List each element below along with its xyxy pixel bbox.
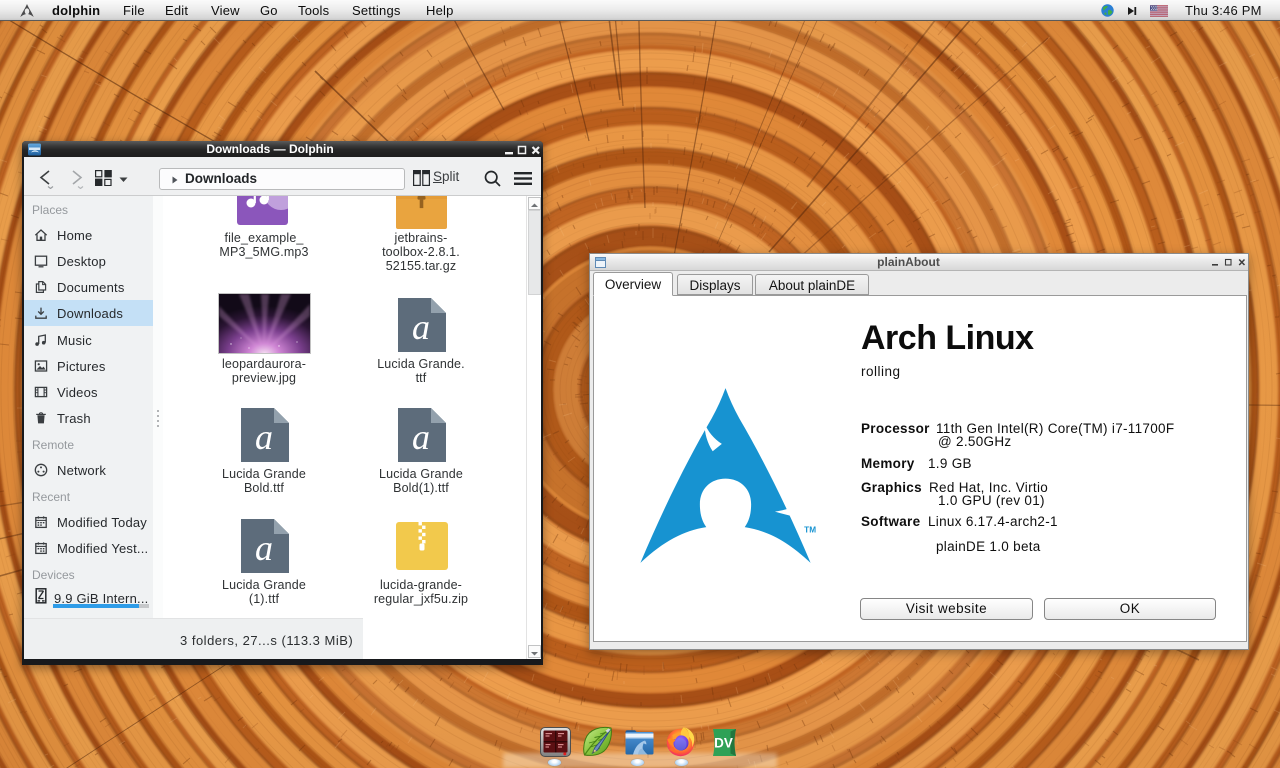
svg-text:a: a [255,417,273,457]
svg-text:a: a [255,528,273,568]
svg-text:a: a [412,417,430,457]
svg-text:DV: DV [714,736,733,751]
svg-text:TM: TM [804,526,816,535]
svg-text:a: a [412,307,430,347]
